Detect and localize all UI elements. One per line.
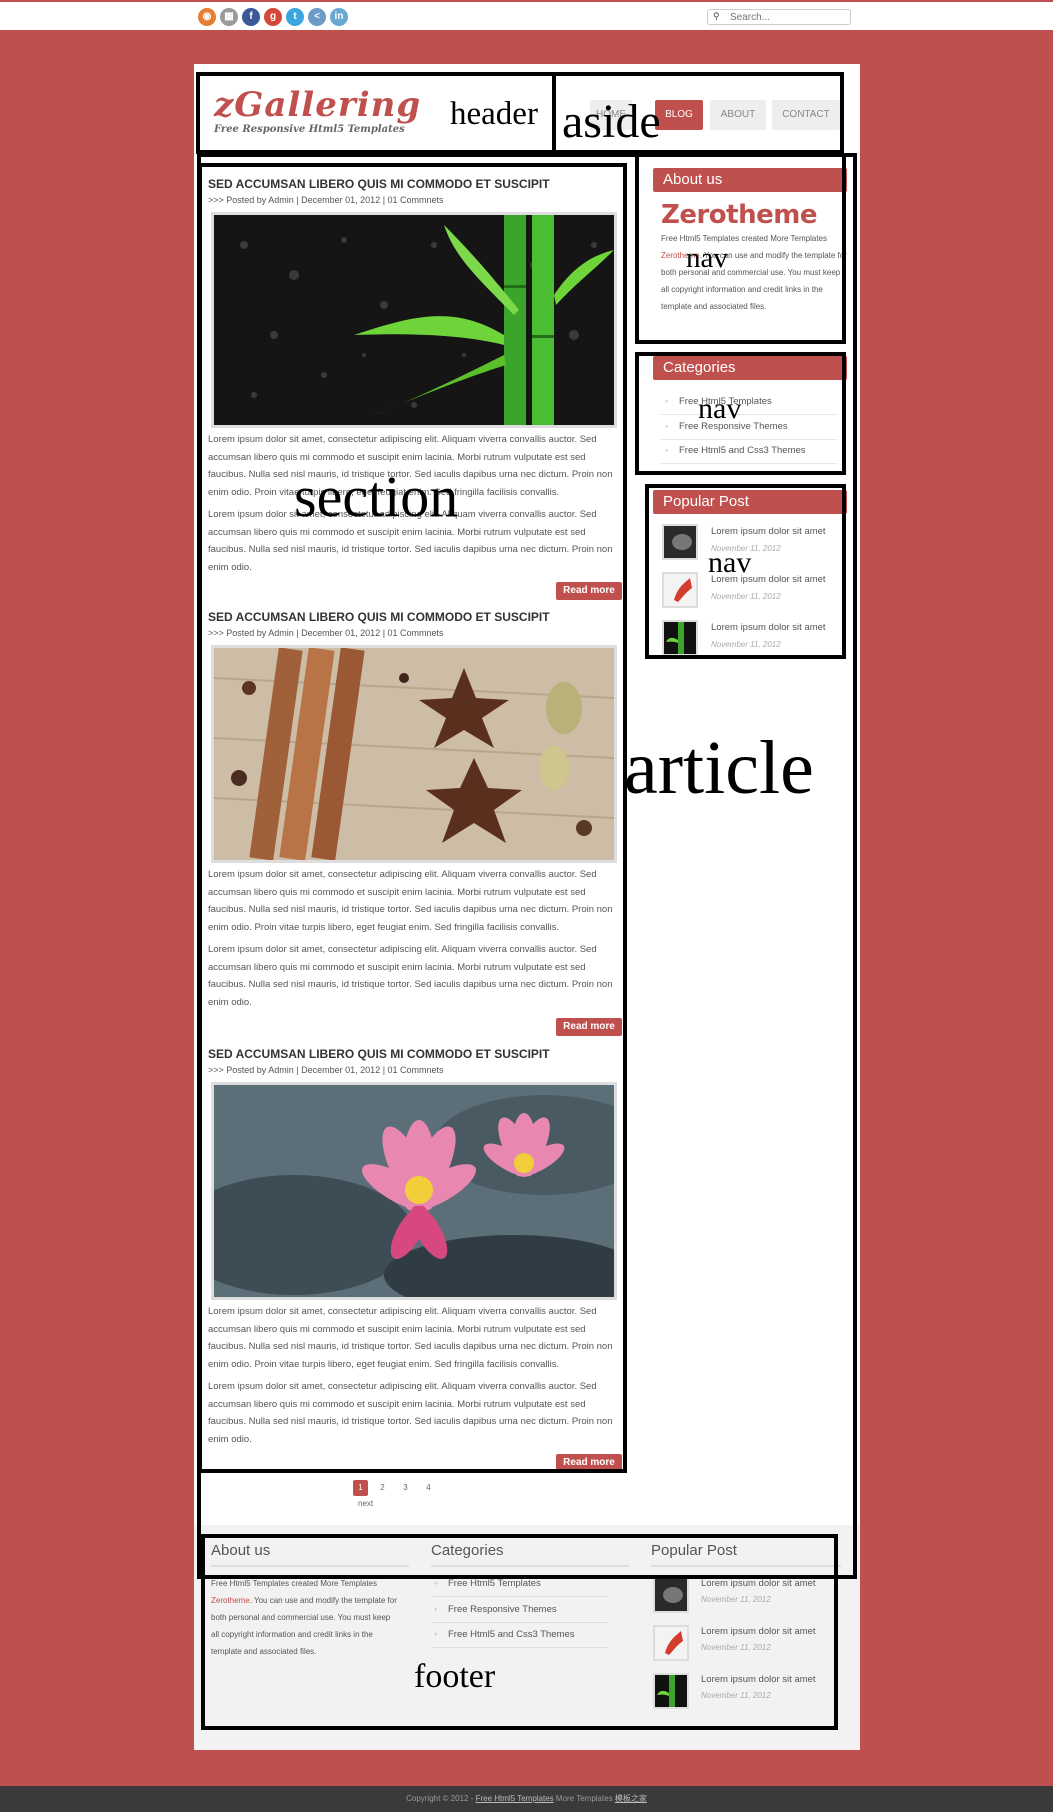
article-annotation: article: [624, 726, 814, 810]
top-bar: ◉ ▦ f g t < in ⚲: [0, 0, 1053, 30]
search-box[interactable]: ⚲: [707, 9, 851, 25]
section-annotation: section: [294, 464, 459, 529]
page-container: zGallering Free Responsive Html5 Templat…: [174, 64, 860, 1750]
copyright-prefix: Copyright © 2012 -: [406, 1794, 476, 1803]
social-icons: ◉ ▦ f g t < in: [198, 8, 348, 26]
footer-outline: [201, 1534, 838, 1730]
share-icon[interactable]: <: [308, 8, 326, 26]
footer-annotation: footer: [414, 1658, 496, 1695]
search-input[interactable]: [730, 10, 845, 24]
copyright-middle: More Templates: [553, 1794, 615, 1803]
copyright-link[interactable]: 模板之家: [615, 1794, 647, 1803]
google-plus-icon[interactable]: g: [264, 8, 282, 26]
header-annotation: header: [450, 96, 538, 132]
aside-annotation: aside: [562, 95, 661, 148]
search-icon: ⚲: [713, 11, 720, 21]
twitter-icon[interactable]: t: [286, 8, 304, 26]
facebook-icon[interactable]: f: [242, 8, 260, 26]
section-outline: [198, 163, 627, 1473]
nav-annotation: nav: [698, 392, 742, 425]
copyright-link[interactable]: Free Html5 Templates: [476, 1794, 554, 1803]
delicious-icon[interactable]: ▦: [220, 8, 238, 26]
nav-annotation: nav: [708, 546, 752, 579]
nav-outline-about: [635, 153, 846, 344]
nav-annotation: nav: [686, 242, 728, 274]
linkedin-icon[interactable]: in: [330, 8, 348, 26]
copyright-bar: Copyright © 2012 - Free Html5 Templates …: [0, 1786, 1053, 1812]
rss-icon[interactable]: ◉: [198, 8, 216, 26]
